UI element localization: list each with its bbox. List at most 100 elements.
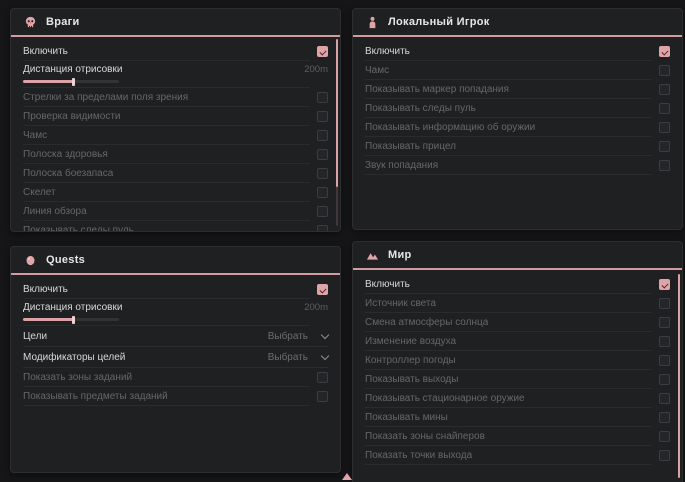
setting-label: Включить [365,46,410,57]
setting-label: Линия обзора [23,206,87,217]
slider-thumb[interactable] [72,316,75,324]
setting-row[interactable]: Показывать выходы [353,370,682,389]
setting-row[interactable]: Звук попадания [353,156,682,175]
setting-row[interactable]: Дистанция отрисовки200m [11,299,340,326]
checkbox[interactable] [317,187,328,198]
scrollbar-thumb[interactable] [336,39,338,187]
setting-row[interactable]: Включить [353,275,682,294]
checkbox[interactable] [317,225,328,232]
setting-row[interactable]: Показывать мины [353,408,682,427]
checkbox[interactable] [659,374,670,385]
panel-title: Враги [46,16,80,28]
checkbox[interactable] [659,355,670,366]
checkbox[interactable] [659,103,670,114]
panel-enemies-header: Враги [11,9,340,37]
panel-quests: Quests ВключитьДистанция отрисовки200mЦе… [10,246,341,473]
setting-row[interactable]: Включить [11,280,340,299]
setting-row[interactable]: Показать точки выхода [353,446,682,465]
checkbox[interactable] [317,92,328,103]
setting-row[interactable]: Линия обзора [11,202,340,221]
circle-icon [24,254,37,267]
slider-thumb[interactable] [72,78,75,86]
setting-label: Контроллер погоды [365,355,456,366]
setting-row[interactable]: Скелет [11,183,340,202]
checkbox[interactable] [659,84,670,95]
setting-row[interactable]: Показывать следы пуль [11,221,340,232]
setting-row[interactable]: Чамс [11,126,340,145]
checkbox[interactable] [317,111,328,122]
checkbox[interactable] [317,149,328,160]
checkbox[interactable] [317,130,328,141]
setting-label: Полоска здоровья [23,149,108,160]
setting-label: Показывать предметы заданий [23,391,168,402]
checkbox[interactable] [659,450,670,461]
setting-row[interactable]: Включить [353,42,682,61]
setting-row[interactable]: Показывать следы пуль [353,99,682,118]
checkbox[interactable] [659,46,670,57]
setting-label: Показывать следы пуль [365,103,476,114]
setting-label: Показывать следы пуль [23,225,134,232]
checkbox[interactable] [659,431,670,442]
setting-row[interactable]: Показать зоны снайперов [353,427,682,446]
setting-label: Показывать выходы [365,374,458,385]
setting-row[interactable]: Показывать стационарное оружие [353,389,682,408]
panel-enemies: Враги ВключитьДистанция отрисовки200mСтр… [10,8,341,232]
setting-row[interactable]: Показывать информацию об оружии [353,118,682,137]
checkbox[interactable] [659,122,670,133]
setting-label: Дистанция отрисовки [23,64,122,75]
setting-label: Источник света [365,298,436,309]
slider[interactable] [23,80,119,83]
setting-label: Смена атмосферы солнца [365,317,488,328]
panel-local-player: Локальный Игрок ВключитьЧамсПоказывать м… [352,8,683,230]
checkbox[interactable] [659,65,670,76]
panel-world-header: Мир [353,242,682,270]
checkbox[interactable] [317,391,328,402]
setting-row[interactable]: Изменение воздуха [353,332,682,351]
setting-label: Модификаторы целей [23,352,125,363]
setting-row[interactable]: Показывать предметы заданий [11,387,340,406]
checkbox[interactable] [659,279,670,290]
setting-row[interactable]: Дистанция отрисовки200m [11,61,340,88]
dropdown-value: Выбрать [268,331,308,342]
setting-row[interactable]: Стрелки за пределами поля зрения [11,88,340,107]
setting-row[interactable]: Цели Выбрать [11,326,340,347]
setting-row[interactable]: Полоска здоровья [11,145,340,164]
dropdown[interactable]: Выбрать [268,352,328,363]
setting-row[interactable]: Контроллер погоды [353,351,682,370]
checkbox[interactable] [317,168,328,179]
setting-label: Включить [23,284,68,295]
panel-title: Мир [388,249,412,261]
checkbox[interactable] [659,298,670,309]
checkbox[interactable] [659,141,670,152]
slider-fill [23,80,73,83]
setting-row[interactable]: Показывать прицел [353,137,682,156]
setting-label: Проверка видимости [23,111,121,122]
checkbox[interactable] [659,317,670,328]
scrollbar-thumb[interactable] [678,274,680,478]
setting-row[interactable]: Чамс [353,61,682,80]
setting-label: Скелет [23,187,56,198]
setting-row[interactable]: Модификаторы целей Выбрать [11,347,340,368]
checkbox[interactable] [659,393,670,404]
setting-row[interactable]: Включить [11,42,340,61]
setting-row[interactable]: Смена атмосферы солнца [353,313,682,332]
setting-row[interactable]: Показать зоны заданий [11,368,340,387]
setting-row[interactable]: Источник света [353,294,682,313]
slider[interactable] [23,318,119,321]
checkbox[interactable] [659,412,670,423]
panel-local-player-rows: Включить ЧамсПоказывать маркер попадания П… [353,37,682,175]
setting-label: Показать зоны заданий [23,372,132,383]
setting-label: Цели [23,331,47,342]
checkbox[interactable] [659,336,670,347]
checkbox[interactable] [317,46,328,57]
checkbox[interactable] [317,372,328,383]
panel-quests-header: Quests [11,247,340,275]
checkbox[interactable] [317,206,328,217]
setting-row[interactable]: Показывать маркер попадания [353,80,682,99]
setting-row[interactable]: Полоска боезапаса [11,164,340,183]
panel-enemies-rows: ВключитьДистанция отрисовки200mСтрелки з… [11,37,340,232]
checkbox[interactable] [659,160,670,171]
checkbox[interactable] [317,284,328,295]
dropdown[interactable]: Выбрать [268,331,328,342]
setting-row[interactable]: Проверка видимости [11,107,340,126]
